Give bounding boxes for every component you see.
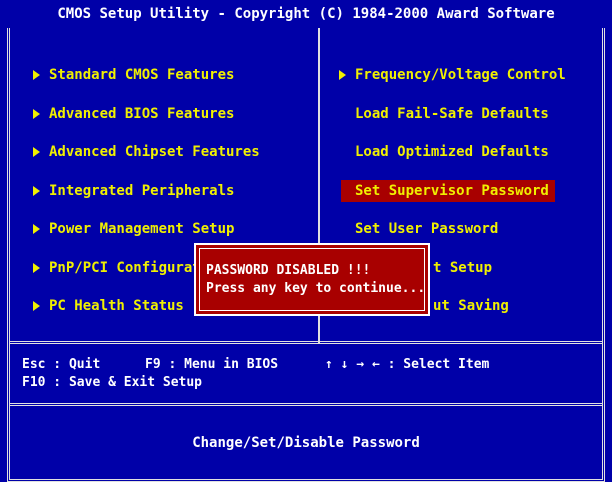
menu-item-pnp-pci-configurations[interactable]: PnP/PCI Configurati — [33, 257, 209, 279]
help-esc-quit: Esc : Quit — [22, 357, 101, 372]
triangle-arrow-icon — [33, 263, 40, 273]
menu-item-power-management-setup[interactable]: Power Management Setup — [33, 218, 234, 240]
menu-item-integrated-peripherals[interactable]: Integrated Peripherals — [33, 180, 234, 202]
dialog-message: Press any key to continue... — [206, 281, 426, 296]
menu-item-label: Integrated Peripherals — [49, 183, 235, 199]
status-description: Change/Set/Disable Password — [192, 435, 420, 451]
menu-item-label: Set User Password — [355, 221, 499, 237]
help-select-item: ↑ ↓ → ← : Select Item — [325, 357, 490, 372]
menu-item-label: Power Management Setup — [49, 221, 235, 237]
menu-item-load-optimized-defaults[interactable]: Load Optimized Defaults — [355, 141, 549, 163]
triangle-arrow-icon — [33, 109, 40, 119]
menu-item-label: Standard CMOS Features — [49, 67, 235, 83]
menu-item-set-user-password[interactable]: Set User Password — [355, 218, 498, 240]
triangle-arrow-icon — [33, 224, 40, 234]
triangle-arrow-icon — [33, 147, 40, 157]
triangle-arrow-icon — [33, 186, 40, 196]
menu-item-advanced-chipset-features[interactable]: Advanced Chipset Features — [33, 141, 260, 163]
menu-item-label: ut Saving — [433, 298, 509, 314]
triangle-arrow-icon — [33, 301, 40, 311]
menu-item-label: PnP/PCI Configurati — [49, 260, 210, 276]
menu-item-pc-health-status[interactable]: PC Health Status — [33, 295, 184, 317]
menu-item-standard-cmos-features[interactable]: Standard CMOS Features — [33, 64, 234, 86]
dialog-border — [199, 248, 425, 311]
menu-item-set-supervisor-password[interactable]: Set Supervisor Password — [341, 180, 555, 202]
menu-item-advanced-bios-features[interactable]: Advanced BIOS Features — [33, 103, 234, 125]
menu-item-label: PC Health Status — [49, 298, 184, 314]
password-message-dialog[interactable]: PASSWORD DISABLED !!! Press any key to c… — [194, 243, 430, 316]
menu-item-label: Frequency/Voltage Control — [355, 67, 566, 83]
menu-item-label: Advanced BIOS Features — [49, 106, 235, 122]
triangle-arrow-icon — [33, 70, 40, 80]
menu-item-frequency-voltage-control[interactable]: Frequency/Voltage Control — [339, 64, 566, 86]
help-f9-menu: F9 : Menu in BIOS — [145, 357, 279, 372]
triangle-arrow-icon — [339, 70, 346, 80]
bios-screen: CMOS Setup Utility - Copyright (C) 1984-… — [0, 0, 612, 482]
menu-item-label: Load Fail-Safe Defaults — [355, 106, 549, 122]
title-bar: CMOS Setup Utility - Copyright (C) 1984-… — [0, 0, 612, 28]
menu-item-label: t Setup — [433, 260, 493, 276]
menu-item-save-exit-setup[interactable]: t Setup — [433, 257, 492, 279]
menu-item-label: Load Optimized Defaults — [355, 144, 549, 160]
menu-item-load-fail-safe-defaults[interactable]: Load Fail-Safe Defaults — [355, 103, 549, 125]
menu-item-label: Advanced Chipset Features — [49, 144, 260, 160]
menu-item-label: Set Supervisor Password — [355, 183, 549, 199]
menu-item-exit-without-saving[interactable]: ut Saving — [433, 295, 509, 317]
help-f10-save-exit: F10 : Save & Exit Setup — [22, 375, 203, 390]
dialog-title: PASSWORD DISABLED !!! — [206, 263, 371, 278]
